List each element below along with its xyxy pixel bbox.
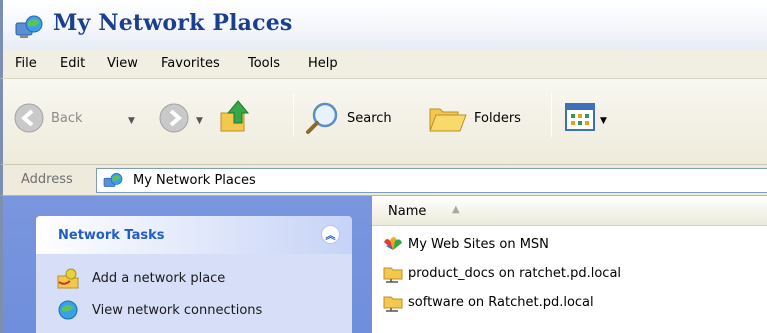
network-tasks-header[interactable]: Network Tasks ︽ xyxy=(36,216,352,254)
address-field[interactable]: My Network Places xyxy=(96,168,767,193)
column-header-name[interactable]: Name ▲ xyxy=(372,196,767,226)
folders-label: Folders xyxy=(474,110,521,126)
address-bar: Address My Network Places xyxy=(0,165,767,196)
folders-button[interactable]: Folders xyxy=(428,103,521,133)
sort-ascending-icon: ▲ xyxy=(452,204,460,215)
list-item-label: software on Ratchet.pd.local xyxy=(408,294,594,310)
menu-bar: File Edit View Favorites Tools Help xyxy=(0,50,767,79)
task-label: Add a network place xyxy=(92,270,226,286)
menu-file[interactable]: File xyxy=(15,56,37,71)
menu-help[interactable]: Help xyxy=(308,56,338,71)
forward-button[interactable] xyxy=(158,102,190,134)
menu-edit[interactable]: Edit xyxy=(60,56,85,71)
address-value: My Network Places xyxy=(133,173,256,188)
up-folder-icon xyxy=(220,100,250,132)
folders-icon xyxy=(429,108,467,132)
list-item[interactable]: My Web Sites on MSN xyxy=(382,234,549,254)
back-label: Back xyxy=(51,110,83,126)
forward-history-dropdown[interactable]: ▼ xyxy=(196,116,203,126)
task-add-network-place[interactable]: Add a network place xyxy=(56,266,225,290)
list-item-label: product_docs on ratchet.pd.local xyxy=(408,265,622,281)
add-network-place-icon xyxy=(57,268,79,289)
up-folder-button[interactable] xyxy=(218,99,252,135)
views-dropdown[interactable]: ▼ xyxy=(600,116,607,126)
file-list: Name ▲ My Web Sites on MSN product_docs … xyxy=(372,196,767,333)
network-places-icon xyxy=(15,15,43,38)
list-item-label: My Web Sites on MSN xyxy=(408,236,549,252)
toolbar: Back ▼ ▼ Search Folders ▼ xyxy=(0,79,767,165)
network-folder-icon xyxy=(383,296,403,312)
search-icon xyxy=(306,102,338,134)
msn-icon xyxy=(384,237,402,250)
address-label: Address xyxy=(21,172,73,187)
task-label: View network connections xyxy=(92,302,263,318)
toolbar-separator xyxy=(551,93,552,137)
title-bar[interactable]: My Network Places xyxy=(0,0,767,50)
forward-arrow-icon xyxy=(159,103,189,133)
task-view-network-connections[interactable]: View network connections xyxy=(56,298,262,322)
network-connections-icon xyxy=(58,300,78,320)
views-icon xyxy=(565,103,595,131)
list-item[interactable]: software on Ratchet.pd.local xyxy=(382,291,594,313)
column-name-label: Name xyxy=(388,204,427,219)
views-button[interactable] xyxy=(565,103,595,131)
menu-favorites[interactable]: Favorites xyxy=(161,56,220,71)
search-button[interactable]: Search xyxy=(305,101,392,135)
list-item[interactable]: product_docs on ratchet.pd.local xyxy=(382,262,621,284)
back-arrow-icon xyxy=(14,103,44,133)
back-button[interactable]: Back xyxy=(13,102,83,134)
search-label: Search xyxy=(347,110,392,126)
network-tasks-body: Add a network place View network connect… xyxy=(36,254,352,333)
network-places-icon xyxy=(103,173,123,187)
collapse-chevron-icon[interactable]: ︽ xyxy=(321,225,340,244)
task-pane: Network Tasks ︽ Add a network place View… xyxy=(0,196,372,333)
window-title: My Network Places xyxy=(53,10,293,36)
menu-tools[interactable]: Tools xyxy=(248,56,280,71)
network-tasks-title: Network Tasks xyxy=(58,228,165,243)
toolbar-separator xyxy=(293,93,294,137)
menu-view[interactable]: View xyxy=(107,56,138,71)
network-folder-icon xyxy=(383,267,403,283)
back-history-dropdown[interactable]: ▼ xyxy=(128,116,135,126)
